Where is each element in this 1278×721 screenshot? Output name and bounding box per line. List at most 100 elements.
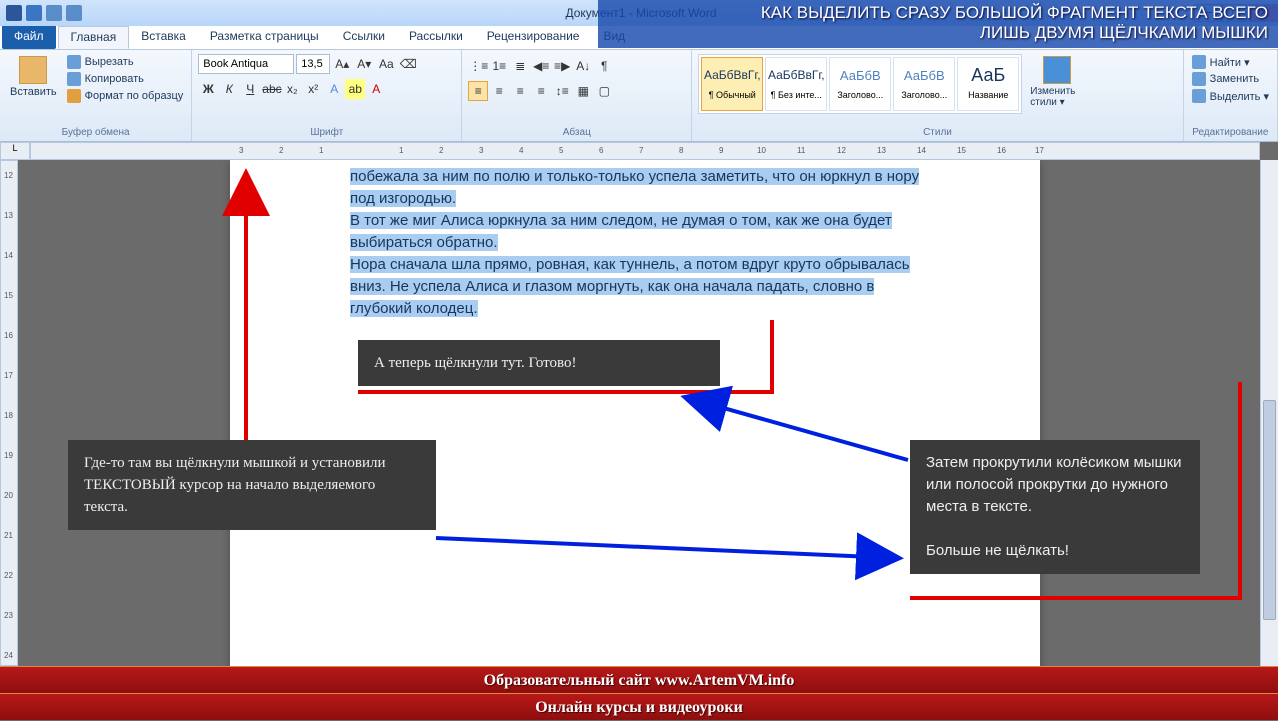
document-page[interactable]: побежала за ним по полю и только-только …	[230, 160, 1040, 666]
save-icon[interactable]	[26, 5, 42, 21]
find-button[interactable]: Найти ▾	[1190, 54, 1271, 70]
sort-button[interactable]: A↓	[573, 56, 593, 76]
justify-button[interactable]: ≡	[531, 81, 551, 101]
bullets-button[interactable]: ⋮≡	[468, 56, 488, 76]
copy-icon	[67, 72, 81, 86]
font-name-combo[interactable]	[198, 54, 294, 74]
align-center-button[interactable]: ≡	[489, 81, 509, 101]
selected-text-p3: Нора сначала шла прямо, ровная, как тунн…	[350, 256, 910, 317]
ruler-corner[interactable]: L	[0, 142, 30, 160]
superscript-button[interactable]: x²	[303, 79, 323, 99]
selected-text-p1: побежала за ним по полю и только-только …	[350, 168, 919, 207]
numbering-button[interactable]: 1≡	[489, 56, 509, 76]
borders-button[interactable]: ▢	[594, 81, 614, 101]
style-normal[interactable]: АаБбВвГг,¶ Обычный	[701, 57, 763, 111]
select-button[interactable]: Выделить ▾	[1190, 88, 1271, 104]
styles-group-label: Стили	[698, 127, 1176, 139]
grow-font-button[interactable]: A▴	[332, 54, 352, 74]
fmt-label: Формат по образцу	[85, 90, 184, 102]
subscript-button[interactable]: x₂	[282, 79, 302, 99]
tab-layout[interactable]: Разметка страницы	[198, 26, 331, 49]
shading-button[interactable]: ▦	[573, 81, 593, 101]
style-heading2[interactable]: АаБбВЗаголово...	[893, 57, 955, 111]
increase-indent-button[interactable]: ≡▶	[552, 56, 572, 76]
format-painter-button[interactable]: Формат по образцу	[65, 88, 186, 104]
clipboard-group-label: Буфер обмена	[6, 127, 185, 139]
group-clipboard: Вставить Вырезать Копировать Формат по о…	[0, 50, 192, 141]
word-icon[interactable]	[6, 5, 22, 21]
font-color-button[interactable]: A	[366, 79, 386, 99]
italic-button[interactable]: К	[219, 79, 239, 99]
footer-banner-site: Образовательный сайт www.ArtemVM.info	[0, 666, 1278, 693]
style-heading1[interactable]: АаБбВЗаголово...	[829, 57, 891, 111]
paste-label: Вставить	[10, 86, 57, 98]
multilevel-button[interactable]: ≣	[510, 56, 530, 76]
line-spacing-button[interactable]: ↕≡	[552, 81, 572, 101]
tab-mail[interactable]: Рассылки	[397, 26, 475, 49]
callout-scroll-text1: Затем прокрутили колёсиком мышки или пол…	[926, 452, 1184, 518]
decrease-indent-button[interactable]: ◀≡	[531, 56, 551, 76]
style-nospacing[interactable]: АаБбВвГг,¶ Без инте...	[765, 57, 827, 111]
cut-label: Вырезать	[85, 56, 134, 68]
change-styles-label: Изменить стили ▾	[1030, 86, 1084, 108]
callout-scroll-text2: Больше не щёлкать!	[926, 540, 1184, 562]
replace-button[interactable]: Заменить	[1190, 71, 1271, 87]
vertical-scrollbar[interactable]	[1260, 160, 1278, 666]
scissors-icon	[67, 55, 81, 69]
group-paragraph: ⋮≡ 1≡ ≣ ◀≡ ≡▶ A↓ ¶ ≡ ≡ ≡ ≡ ↕≡ ▦ ▢ Абзац	[462, 50, 692, 141]
styles-gallery[interactable]: АаБбВвГг,¶ Обычный АаБбВвГг,¶ Без инте..…	[698, 54, 1022, 114]
tab-file[interactable]: Файл	[2, 26, 56, 49]
cut-button[interactable]: Вырезать	[65, 54, 186, 70]
vertical-ruler[interactable]: 1213141516171819202122232425	[0, 160, 18, 666]
group-font: A▴ A▾ Aa ⌫ Ж К Ч abc x₂ x² A ab A Шрифт	[192, 50, 462, 141]
scroll-thumb[interactable]	[1263, 400, 1276, 620]
redo-icon[interactable]	[66, 5, 82, 21]
para-group-label: Абзац	[468, 127, 685, 139]
document-text[interactable]: побежала за ним по полю и только-только …	[350, 166, 940, 320]
clear-format-button[interactable]: ⌫	[398, 54, 418, 74]
undo-icon[interactable]	[46, 5, 62, 21]
ribbon: Вставить Вырезать Копировать Формат по о…	[0, 50, 1278, 142]
find-icon	[1192, 55, 1206, 69]
callout-click-here: А теперь щёлкнули тут. Готово!	[358, 340, 720, 386]
tutorial-title-overlay: КАК ВЫДЕЛИТЬ СРАЗУ БОЛЬШОЙ ФРАГМЕНТ ТЕКС…	[598, 0, 1278, 48]
change-case-button[interactable]: Aa	[376, 54, 396, 74]
group-styles: АаБбВвГг,¶ Обычный АаБбВвГг,¶ Без инте..…	[692, 50, 1183, 141]
callout-start-click: Где-то там вы щёлкнули мышкой и установи…	[68, 440, 436, 530]
tab-refs[interactable]: Ссылки	[331, 26, 397, 49]
tab-insert[interactable]: Вставка	[129, 26, 198, 49]
tab-review[interactable]: Рецензирование	[475, 26, 592, 49]
selected-text-p2: В тот же миг Алиса юркнула за ним следом…	[350, 212, 892, 251]
select-icon	[1192, 89, 1206, 103]
footer-banner-courses: Онлайн курсы и видеоуроки	[0, 693, 1278, 720]
change-styles-button[interactable]: Изменить стили ▾	[1026, 54, 1088, 110]
strike-button[interactable]: abc	[261, 79, 281, 99]
change-styles-icon	[1043, 56, 1071, 84]
style-title[interactable]: АаБНазвание	[957, 57, 1019, 111]
font-size-combo[interactable]	[296, 54, 330, 74]
document-area: L 321 1234567891011121314151617 12131415…	[0, 142, 1278, 666]
paste-button[interactable]: Вставить	[6, 54, 61, 100]
font-group-label: Шрифт	[198, 127, 455, 139]
replace-icon	[1192, 72, 1206, 86]
highlight-button[interactable]: ab	[345, 79, 365, 99]
paste-icon	[19, 56, 47, 84]
tab-home[interactable]: Главная	[58, 26, 130, 49]
copy-label: Копировать	[85, 73, 144, 85]
overlay-line2: ЛИШЬ ДВУМЯ ЩЁЛЧКАМИ МЫШКИ	[608, 23, 1268, 43]
quick-access-toolbar	[0, 5, 88, 21]
horizontal-ruler[interactable]: 321 1234567891011121314151617	[30, 142, 1260, 160]
callout-scroll: Затем прокрутили колёсиком мышки или пол…	[910, 440, 1200, 574]
text-effects-button[interactable]: A	[324, 79, 344, 99]
overlay-line1: КАК ВЫДЕЛИТЬ СРАЗУ БОЛЬШОЙ ФРАГМЕНТ ТЕКС…	[608, 3, 1268, 23]
bold-button[interactable]: Ж	[198, 79, 218, 99]
group-editing: Найти ▾ Заменить Выделить ▾ Редактирован…	[1184, 50, 1278, 141]
copy-button[interactable]: Копировать	[65, 71, 186, 87]
brush-icon	[67, 89, 81, 103]
underline-button[interactable]: Ч	[240, 79, 260, 99]
editing-group-label: Редактирование	[1190, 127, 1271, 139]
align-left-button[interactable]: ≡	[468, 81, 488, 101]
align-right-button[interactable]: ≡	[510, 81, 530, 101]
show-marks-button[interactable]: ¶	[594, 56, 614, 76]
shrink-font-button[interactable]: A▾	[354, 54, 374, 74]
